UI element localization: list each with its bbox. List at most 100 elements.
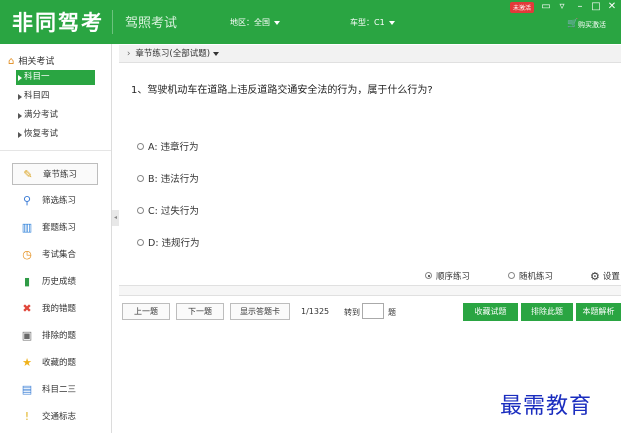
radio-selected-icon (425, 272, 432, 279)
goto-unit-label: 题 (388, 308, 396, 317)
favorite-question-button[interactable]: 收藏试题 (463, 303, 518, 321)
sidebar-nav-item[interactable]: ★ 收藏的题 (12, 352, 98, 374)
caret-right-icon (18, 94, 22, 100)
chevron-down-icon (388, 20, 395, 25)
sidebar-subitem-label: 满分考试 (24, 110, 59, 120)
sidebar-subitem[interactable]: 科目一 (16, 70, 95, 85)
sidebar-subitem[interactable]: 满分考试 (16, 108, 95, 123)
sidebar-nav-label: 筛选练习 (42, 196, 77, 206)
related-exams-header: ⌂ 相关考试 (8, 54, 54, 67)
option-d[interactable]: D: 违规行为 (137, 235, 200, 249)
bar-chart-icon: ▮ (23, 275, 31, 288)
breadcrumb[interactable]: › 章节练习(全部试题) (119, 45, 621, 63)
sidebar-nav-item[interactable]: ◷ 考试集合 (12, 244, 98, 266)
sidebar-nav-label: 章节练习 (43, 170, 78, 180)
watermark-text: 最需教育 (500, 394, 593, 419)
settings-label: 设置 (602, 272, 620, 282)
chapter-filter-label: 章节练习(全部试题) (135, 49, 211, 59)
chevron-down-icon (213, 51, 220, 56)
minimize-icon[interactable]: – (574, 1, 586, 12)
option-a[interactable]: A: 违章行为 (137, 139, 199, 153)
settings-button[interactable]: ⚙ 设置 (590, 270, 620, 283)
option-b[interactable]: B: 违法行为 (137, 171, 199, 185)
title-bar: 非同驾考 驾照考试 地区：全国 车型：C1 未激活 ▭ ▿ – □ ✕ 🛒 购买… (0, 0, 621, 44)
sidebar-nav-item[interactable]: ▮ 历史成绩 (12, 271, 98, 293)
star-icon: ★ (22, 356, 32, 369)
clock-icon: ◷ (22, 248, 32, 261)
question-counter: 1/1325 (301, 307, 330, 316)
option-c-label: C: 过失行为 (148, 206, 199, 217)
buy-activation-link[interactable]: 购买激活 (578, 20, 606, 30)
pencil-icon: ✎ (23, 168, 33, 181)
home-icon: ⌂ (8, 56, 15, 67)
sidebar-nav-item[interactable]: ▤ 科目二三 (12, 379, 98, 401)
app-subtitle: 驾照考试 (125, 16, 178, 31)
random-mode-radio[interactable]: 随机练习 (508, 270, 553, 282)
sidebar-nav-label: 交通标志 (42, 412, 77, 422)
sidebar-nav-item[interactable]: ✖ 我的错题 (12, 298, 98, 320)
option-c[interactable]: C: 过失行为 (137, 203, 199, 217)
related-exams-label: 相关考试 (18, 57, 55, 67)
option-b-label: B: 违法行为 (148, 174, 199, 185)
radio-icon (137, 239, 144, 246)
sidebar-nav-label: 套题练习 (42, 223, 77, 233)
sidebar: ⌂ 相关考试 科目一科目四满分考试恢复考试 ✎ 章节练习 ⚲ 筛选练习 ▥ 套题练习 ◷ 考试集… (0, 44, 112, 433)
radio-icon (137, 175, 144, 182)
sidebar-nav-label: 考试集合 (42, 250, 77, 260)
exclude-question-button[interactable]: 排除此题 (521, 303, 573, 321)
gear-icon: ⚙ (590, 270, 600, 283)
header-divider (112, 10, 113, 34)
radio-icon (508, 272, 515, 279)
explain-question-button[interactable]: 本题解析 (576, 303, 621, 321)
progress-bar (119, 285, 621, 296)
sequential-mode-label: 顺序练习 (436, 272, 471, 282)
sidebar-nav-label: 收藏的题 (42, 358, 77, 368)
trash-icon: ▣ (21, 329, 33, 342)
next-question-button[interactable]: 下一题 (176, 303, 224, 320)
close-icon[interactable]: ✕ (606, 1, 618, 12)
sidebar-nav-label: 历史成绩 (42, 277, 77, 287)
sidebar-nav-item[interactable]: ▣ 排除的题 (12, 325, 98, 347)
search-icon: ⚲ (22, 194, 32, 207)
skin-icon[interactable]: ▭ (540, 1, 552, 12)
book-icon: ▤ (21, 383, 33, 396)
app-logo: 非同驾考 (12, 11, 104, 35)
collapse-sidebar-handle[interactable]: ◂ (112, 210, 119, 226)
sidebar-nav-item[interactable]: ! 交通标志 (12, 406, 98, 428)
car-type-label: 车型：C1 (350, 18, 385, 27)
books-icon: ▥ (21, 221, 33, 234)
region-select[interactable]: 地区：全国 (230, 17, 280, 28)
sequential-mode-radio[interactable]: 顺序练习 (425, 270, 470, 282)
sidebar-subitem[interactable]: 恢复考试 (16, 127, 95, 142)
sidebar-nav-label: 排除的题 (42, 331, 77, 341)
sidebar-subitem-label: 科目一 (24, 72, 50, 82)
menu-icon[interactable]: ▿ (556, 1, 568, 12)
caret-right-icon (18, 113, 22, 119)
prev-question-button[interactable]: 上一题 (122, 303, 170, 320)
question-text: 1、驾驶机动车在道路上违反道路交通安全法的行为，属于什么行为? (131, 85, 433, 96)
sidebar-nav-item[interactable]: ▥ 套题练习 (12, 217, 98, 239)
activation-badge[interactable]: 未激活 (510, 2, 535, 13)
maximize-icon[interactable]: □ (590, 1, 602, 12)
chevron-right-icon: › (127, 49, 131, 59)
goto-question-input[interactable] (362, 303, 384, 319)
sidebar-nav-label: 我的错题 (42, 304, 77, 314)
option-a-label: A: 违章行为 (148, 142, 199, 153)
sidebar-nav-item[interactable]: ⚲ 筛选练习 (12, 190, 98, 212)
region-label: 地区：全国 (230, 18, 270, 27)
chevron-down-icon (274, 20, 280, 25)
sidebar-nav-item[interactable]: ✎ 章节练习 (12, 163, 98, 185)
sidebar-nav-label: 科目二三 (42, 385, 77, 395)
option-d-label: D: 违规行为 (148, 238, 200, 249)
show-answer-card-button[interactable]: 显示答题卡 (230, 303, 290, 320)
caret-right-icon (18, 75, 22, 81)
cart-icon[interactable]: 🛒 (567, 19, 578, 29)
radio-icon (137, 207, 144, 214)
radio-icon (137, 143, 144, 150)
cross-icon: ✖ (22, 302, 32, 315)
warning-sign-icon: ! (24, 410, 30, 423)
caret-right-icon (18, 132, 22, 138)
sidebar-subitem[interactable]: 科目四 (16, 89, 95, 104)
sidebar-subitem-label: 科目四 (24, 91, 50, 101)
car-type-select[interactable]: 车型：C1 (350, 17, 395, 28)
